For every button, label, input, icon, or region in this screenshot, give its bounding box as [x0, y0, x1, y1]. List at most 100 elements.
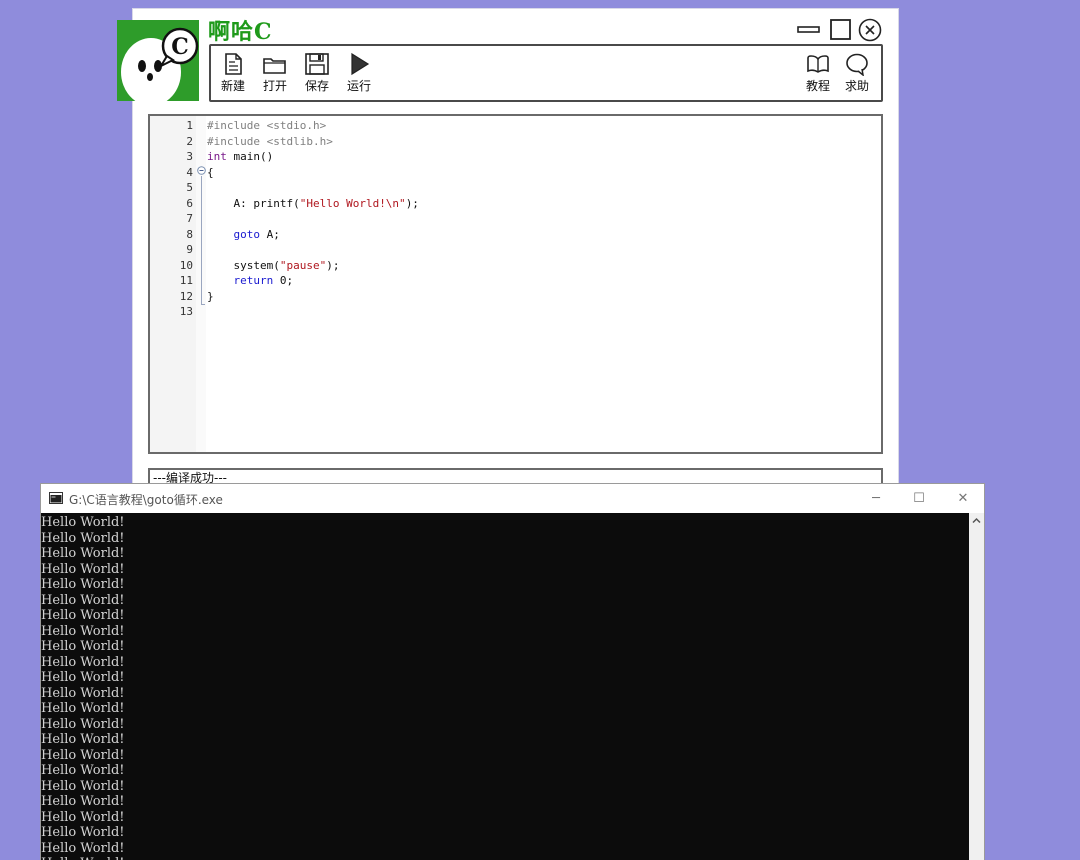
- console-output-line: Hello World!: [41, 856, 125, 860]
- line-number: 2: [186, 134, 193, 148]
- code-token: #include <stdio.h>: [207, 119, 327, 132]
- code-text: goto A;: [207, 227, 280, 243]
- line-number: 12: [179, 289, 193, 303]
- new-file-icon: [225, 53, 242, 75]
- console-output-line: Hello World!: [41, 747, 125, 763]
- logo-letter: C: [171, 34, 189, 60]
- help-label: 求助: [844, 79, 869, 93]
- tutorial-label: 教程: [805, 79, 830, 93]
- code-text: A: printf("Hello World!\n");: [207, 196, 419, 212]
- code-text: #include <stdlib.h>: [207, 134, 333, 150]
- fold-guide: [201, 176, 202, 304]
- line-number: 11: [179, 274, 193, 287]
- code-text: }: [207, 289, 214, 305]
- console-output-line: Hello World!: [41, 794, 125, 809]
- toolbar: 新建 打开 保存 运行 教程 求助: [209, 44, 883, 102]
- code-token: #include <stdlib.h>: [207, 134, 333, 148]
- code-token: "pause": [279, 258, 327, 272]
- code-token: A;: [260, 227, 280, 241]
- code-text: system("pause");: [207, 258, 339, 274]
- line-number: 7: [186, 212, 193, 225]
- console-output-line: Hello World!: [41, 809, 125, 825]
- fold-collapse-icon[interactable]: [197, 166, 206, 175]
- console-close-button[interactable]: ✕: [952, 488, 974, 510]
- console-output-line: Hello World!: [41, 840, 125, 856]
- code-token: system(: [207, 258, 280, 272]
- code-token: 0;: [273, 274, 294, 287]
- console-output-line: Hello World!: [41, 716, 125, 732]
- code-token: );: [405, 196, 419, 210]
- folder-icon: [263, 58, 286, 74]
- console-output-line: Hello World!: [41, 623, 125, 639]
- save-label: 保存: [304, 79, 329, 93]
- line-number: 9: [186, 243, 193, 256]
- console-output-line: Hello World!: [41, 515, 125, 530]
- console-output-line: Hello World!: [41, 592, 125, 608]
- code-text: int main(): [207, 149, 273, 165]
- console-output-line: Hello World!: [41, 561, 125, 577]
- code-text: {: [207, 165, 214, 181]
- speech-bubble-icon: [846, 53, 868, 76]
- tutorial-button[interactable]: 教程: [800, 52, 836, 94]
- console-output-line: Hello World!: [41, 701, 125, 716]
- line-number: 10: [179, 258, 193, 272]
- help-button[interactable]: 求助: [839, 52, 875, 94]
- app-logo: C: [117, 20, 199, 101]
- line-number: 4: [186, 165, 193, 179]
- console-app-icon: [49, 492, 63, 504]
- open-button[interactable]: 打开: [257, 52, 293, 94]
- console-output-line: Hello World!: [41, 530, 125, 546]
- console-output-line: Hello World!: [41, 639, 125, 654]
- line-number: 3: [186, 150, 193, 163]
- save-disk-icon: [305, 53, 329, 75]
- console-window: G:\C语言教程\goto循环.exe ─ ☐ ✕ Hello World! He…: [40, 483, 985, 860]
- line-number: 6: [186, 196, 193, 210]
- new-button[interactable]: 新建: [215, 52, 251, 94]
- minimize-button[interactable]: [796, 17, 822, 43]
- close-icon: [858, 18, 882, 42]
- book-icon: [807, 55, 829, 73]
- code-text: #include <stdio.h>: [207, 118, 326, 134]
- maximize-icon: [830, 19, 851, 40]
- console-title: G:\C语言教程\goto循环.exe: [69, 493, 223, 507]
- console-minimize-button[interactable]: ─: [865, 488, 887, 510]
- code-editor[interactable]: 1 #include <stdio.h> 2 #include <stdlib.h> 3…: [148, 114, 883, 454]
- open-label: 打开: [262, 79, 287, 93]
- code-token: main(): [226, 150, 274, 163]
- run-label: 运行: [346, 79, 371, 93]
- code-token: goto: [233, 227, 261, 241]
- code-token: "Hello World!\n": [299, 196, 406, 210]
- console-output-line: Hello World!: [41, 778, 125, 794]
- line-number: 13: [179, 305, 193, 318]
- code-token: );: [326, 258, 340, 272]
- code-text: return 0;: [207, 273, 294, 289]
- console-maximize-button[interactable]: ☐: [908, 488, 930, 510]
- console-output-area[interactable]: Hello World! Hello World! Hello World! Hell…: [41, 513, 969, 860]
- save-button[interactable]: 保存: [299, 52, 335, 94]
- play-icon: [351, 52, 370, 76]
- minimize-icon: [797, 26, 820, 33]
- console-output-line: Hello World!: [41, 608, 125, 623]
- run-button[interactable]: 运行: [341, 52, 377, 94]
- fold-guide-end: [201, 304, 205, 305]
- code-token: int: [207, 150, 227, 163]
- scroll-up-arrow-icon[interactable]: [972, 517, 981, 524]
- line-number: 8: [186, 227, 193, 241]
- console-output-line: Hello World!: [41, 685, 125, 701]
- console-titlebar[interactable]: G:\C语言教程\goto循环.exe ─ ☐ ✕: [41, 484, 984, 513]
- console-scrollbar[interactable]: [969, 513, 984, 860]
- code-token: A: printf(: [207, 196, 300, 210]
- app-title: 啊哈C: [208, 19, 273, 45]
- maximize-button[interactable]: [828, 17, 854, 43]
- code-token: return: [233, 274, 274, 287]
- new-label: 新建: [220, 79, 245, 93]
- console-output-line: Hello World!: [41, 825, 125, 840]
- console-output-line: Hello World!: [41, 546, 125, 561]
- console-output-line: Hello World!: [41, 763, 125, 778]
- line-number: 5: [186, 181, 193, 194]
- close-button[interactable]: [858, 17, 884, 43]
- code-token: }: [207, 289, 214, 303]
- console-output-line: Hello World!: [41, 670, 125, 685]
